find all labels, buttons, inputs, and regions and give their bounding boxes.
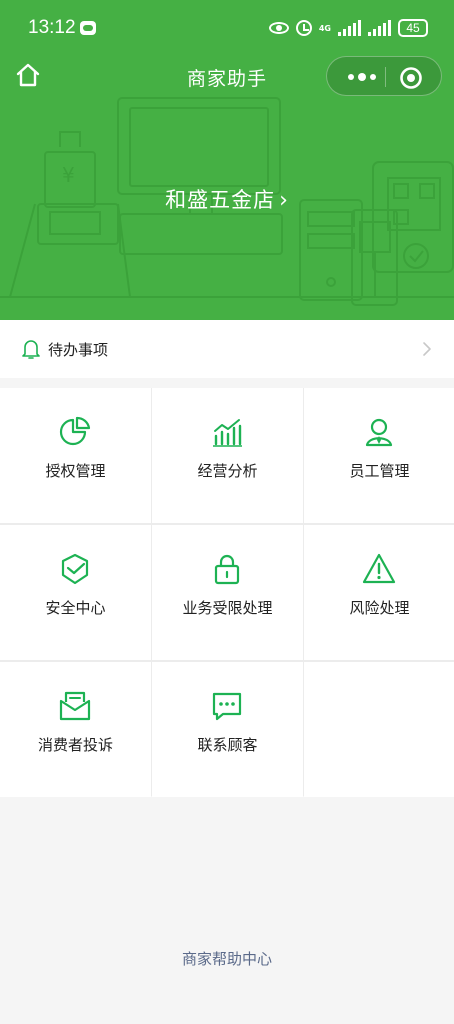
- grid-item-staff[interactable]: 员工管理: [304, 388, 454, 523]
- warning-icon: [361, 551, 397, 587]
- grid-item-business-analysis[interactable]: 经营分析: [152, 388, 303, 523]
- shop-name-link[interactable]: 和盛五金店 ›: [0, 184, 454, 214]
- chevron-right-icon: ›: [279, 188, 289, 213]
- grid-item-label: 联系顾客: [197, 736, 258, 754]
- bar-chart-icon: [209, 414, 245, 450]
- grid-item-label: 经营分析: [197, 462, 258, 480]
- signal-icon: [338, 20, 361, 36]
- grid-item-label: 授权管理: [45, 462, 106, 480]
- wechat-icon: [80, 21, 96, 35]
- help-center-link[interactable]: 商家帮助中心: [0, 948, 454, 969]
- status-bar: 13:12 4G 45: [0, 0, 454, 56]
- grid-item-authorization[interactable]: 授权管理: [0, 388, 151, 523]
- grid-item-label: 消费者投诉: [37, 736, 113, 754]
- header-banner: 13:12 4G 45 商家助手 ¥ 和盛五金店 ›: [0, 0, 454, 320]
- network-label: 4G: [318, 23, 331, 33]
- staff-icon: [361, 414, 397, 450]
- status-icons: 4G 45: [268, 16, 428, 40]
- grid-item-restriction[interactable]: 业务受限处理: [152, 525, 303, 660]
- battery-icon: 45: [398, 19, 428, 37]
- more-dots-icon[interactable]: [342, 66, 382, 88]
- shop-name: 和盛五金店: [165, 188, 276, 212]
- chevron-right-icon: [420, 338, 434, 360]
- grid-item-label: 员工管理: [349, 462, 410, 480]
- signal-icon: [368, 20, 391, 36]
- grid-item-label: 安全中心: [45, 599, 106, 617]
- grid-item-label: 风险处理: [349, 599, 410, 617]
- alarm-icon: [295, 20, 312, 36]
- target-icon[interactable]: [399, 66, 423, 90]
- grid-item-risk[interactable]: 风险处理: [304, 525, 454, 660]
- lock-icon: [209, 551, 245, 587]
- eye-icon: [268, 22, 289, 34]
- grid-item-label: 业务受限处理: [182, 599, 273, 617]
- todo-row[interactable]: 待办事项: [0, 320, 454, 378]
- capsule-divider: [385, 67, 386, 87]
- chat-icon: [209, 688, 245, 724]
- todo-label: 待办事项: [48, 341, 109, 359]
- mini-program-capsule: [326, 56, 442, 96]
- grid-item-security[interactable]: 安全中心: [0, 525, 151, 660]
- function-grid: 授权管理 经营分析 员工管理 安全中心 业务受限处理 风险处理 消费者投诉 联系…: [0, 388, 454, 797]
- grid-item-complaints[interactable]: 消费者投诉: [0, 662, 151, 797]
- bell-icon: [21, 338, 41, 360]
- envelope-icon: [57, 688, 93, 724]
- clock: 13:12: [28, 17, 76, 38]
- pie-chart-icon: [57, 414, 93, 450]
- shield-icon: [57, 551, 93, 587]
- grid-empty-cell: [304, 662, 454, 797]
- grid-item-contact-customer[interactable]: 联系顾客: [152, 662, 303, 797]
